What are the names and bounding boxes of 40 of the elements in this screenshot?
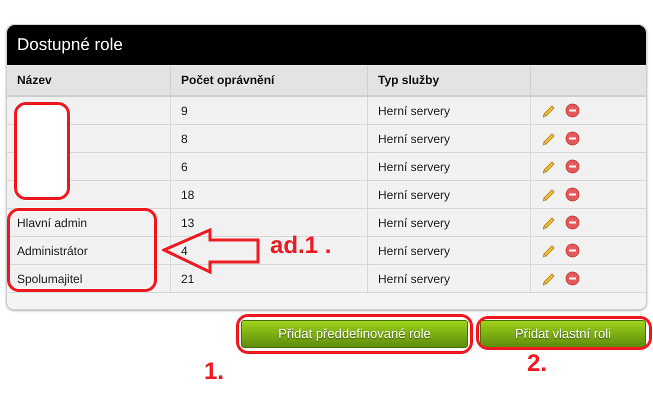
pencil-icon[interactable] xyxy=(541,270,557,286)
delete-icon[interactable] xyxy=(565,103,580,118)
delete-icon[interactable] xyxy=(565,215,580,230)
table-cell-text: Herní servery xyxy=(378,158,450,176)
table-cell-text: Herní servery xyxy=(378,102,450,120)
annotation-label: 1. xyxy=(204,360,224,384)
annotation-label: ad.1 . xyxy=(270,234,332,258)
table-cell-text: Herní servery xyxy=(378,242,450,260)
add-role-button[interactable]: Přidat předdefinované role xyxy=(241,320,468,348)
table-cell-text: Herní servery xyxy=(378,130,450,148)
pencil-icon[interactable] xyxy=(541,130,557,146)
pencil-icon[interactable] xyxy=(541,186,557,202)
table-cell-text: 13 xyxy=(181,214,194,232)
table-cell-text: Spolumajitel xyxy=(17,270,82,288)
table-cell-text: 9 xyxy=(181,102,188,120)
annotation-label: 2. xyxy=(527,352,548,376)
delete-icon[interactable] xyxy=(565,243,580,258)
table-cell-text: Hlavní admin xyxy=(17,214,88,232)
pencil-icon[interactable] xyxy=(541,242,557,258)
table-cell-text: Herní servery xyxy=(378,214,450,232)
table-cell-text: 18 xyxy=(181,186,194,204)
table-cell-text: 8 xyxy=(181,130,188,148)
delete-icon[interactable] xyxy=(565,187,580,202)
column-header: Název xyxy=(7,65,171,95)
add-role-button[interactable]: Přidat vlastní roli xyxy=(480,320,646,348)
pencil-icon[interactable] xyxy=(541,158,557,174)
delete-icon[interactable] xyxy=(565,271,580,286)
delete-icon[interactable] xyxy=(565,159,580,174)
table-cell-text: 4 xyxy=(181,242,188,260)
table-cell-text: Administrátor xyxy=(17,242,88,260)
column-header: Počet oprávnění xyxy=(171,65,368,95)
pencil-icon[interactable] xyxy=(541,214,557,230)
table-cell-text: 21 xyxy=(181,270,194,288)
table-cell-text: 6 xyxy=(181,158,188,176)
panel-title: Dostupné role xyxy=(7,25,646,65)
pencil-icon[interactable] xyxy=(541,102,557,118)
delete-icon[interactable] xyxy=(565,131,580,146)
table-cell-text: Herní servery xyxy=(378,270,450,288)
table-cell-text: Herní servery xyxy=(378,186,450,204)
column-header: Typ služby xyxy=(368,65,531,95)
